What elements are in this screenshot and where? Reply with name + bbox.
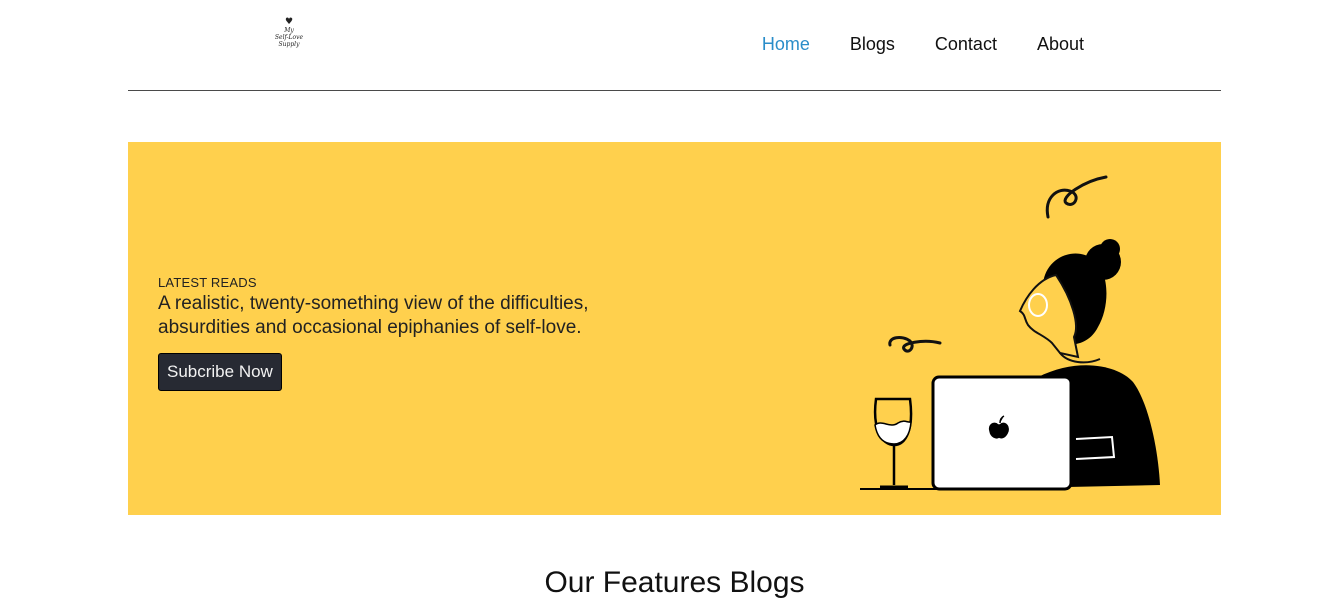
site-header: ♥ My Self-Love Supply Home Blogs Contact… [128,0,1221,91]
subscribe-button[interactable]: Subcribe Now [158,353,282,391]
wine-glass-icon [873,397,913,489]
logo-line-3: Supply [278,41,300,48]
hero-headline: A realistic, twenty-something view of th… [158,293,589,338]
nav-about-link[interactable]: About [1037,33,1084,55]
site-logo[interactable]: ♥ My Self-Love Supply [266,18,312,60]
page: ♥ My Self-Love Supply Home Blogs Contact… [0,0,1319,601]
hero-text: LATEST READS A realistic, twenty-somethi… [158,275,678,391]
heart-icon: ♥ [284,17,294,27]
nav-contact-link[interactable]: Contact [935,33,997,55]
hero-eyebrow: LATEST READS [158,275,257,290]
features-section-title: Our Features Blogs [544,566,805,599]
hero-banner: LATEST READS A realistic, twenty-somethi… [128,142,1221,515]
swirl-doodle-icon [888,336,942,353]
nav-blogs-link[interactable]: Blogs [850,33,895,55]
swirl-doodle-icon [1045,175,1108,219]
nav-home-link[interactable]: Home [762,33,810,55]
woman-with-laptop-illustration [860,175,1160,491]
main-nav: Home Blogs Contact About [762,33,1084,55]
